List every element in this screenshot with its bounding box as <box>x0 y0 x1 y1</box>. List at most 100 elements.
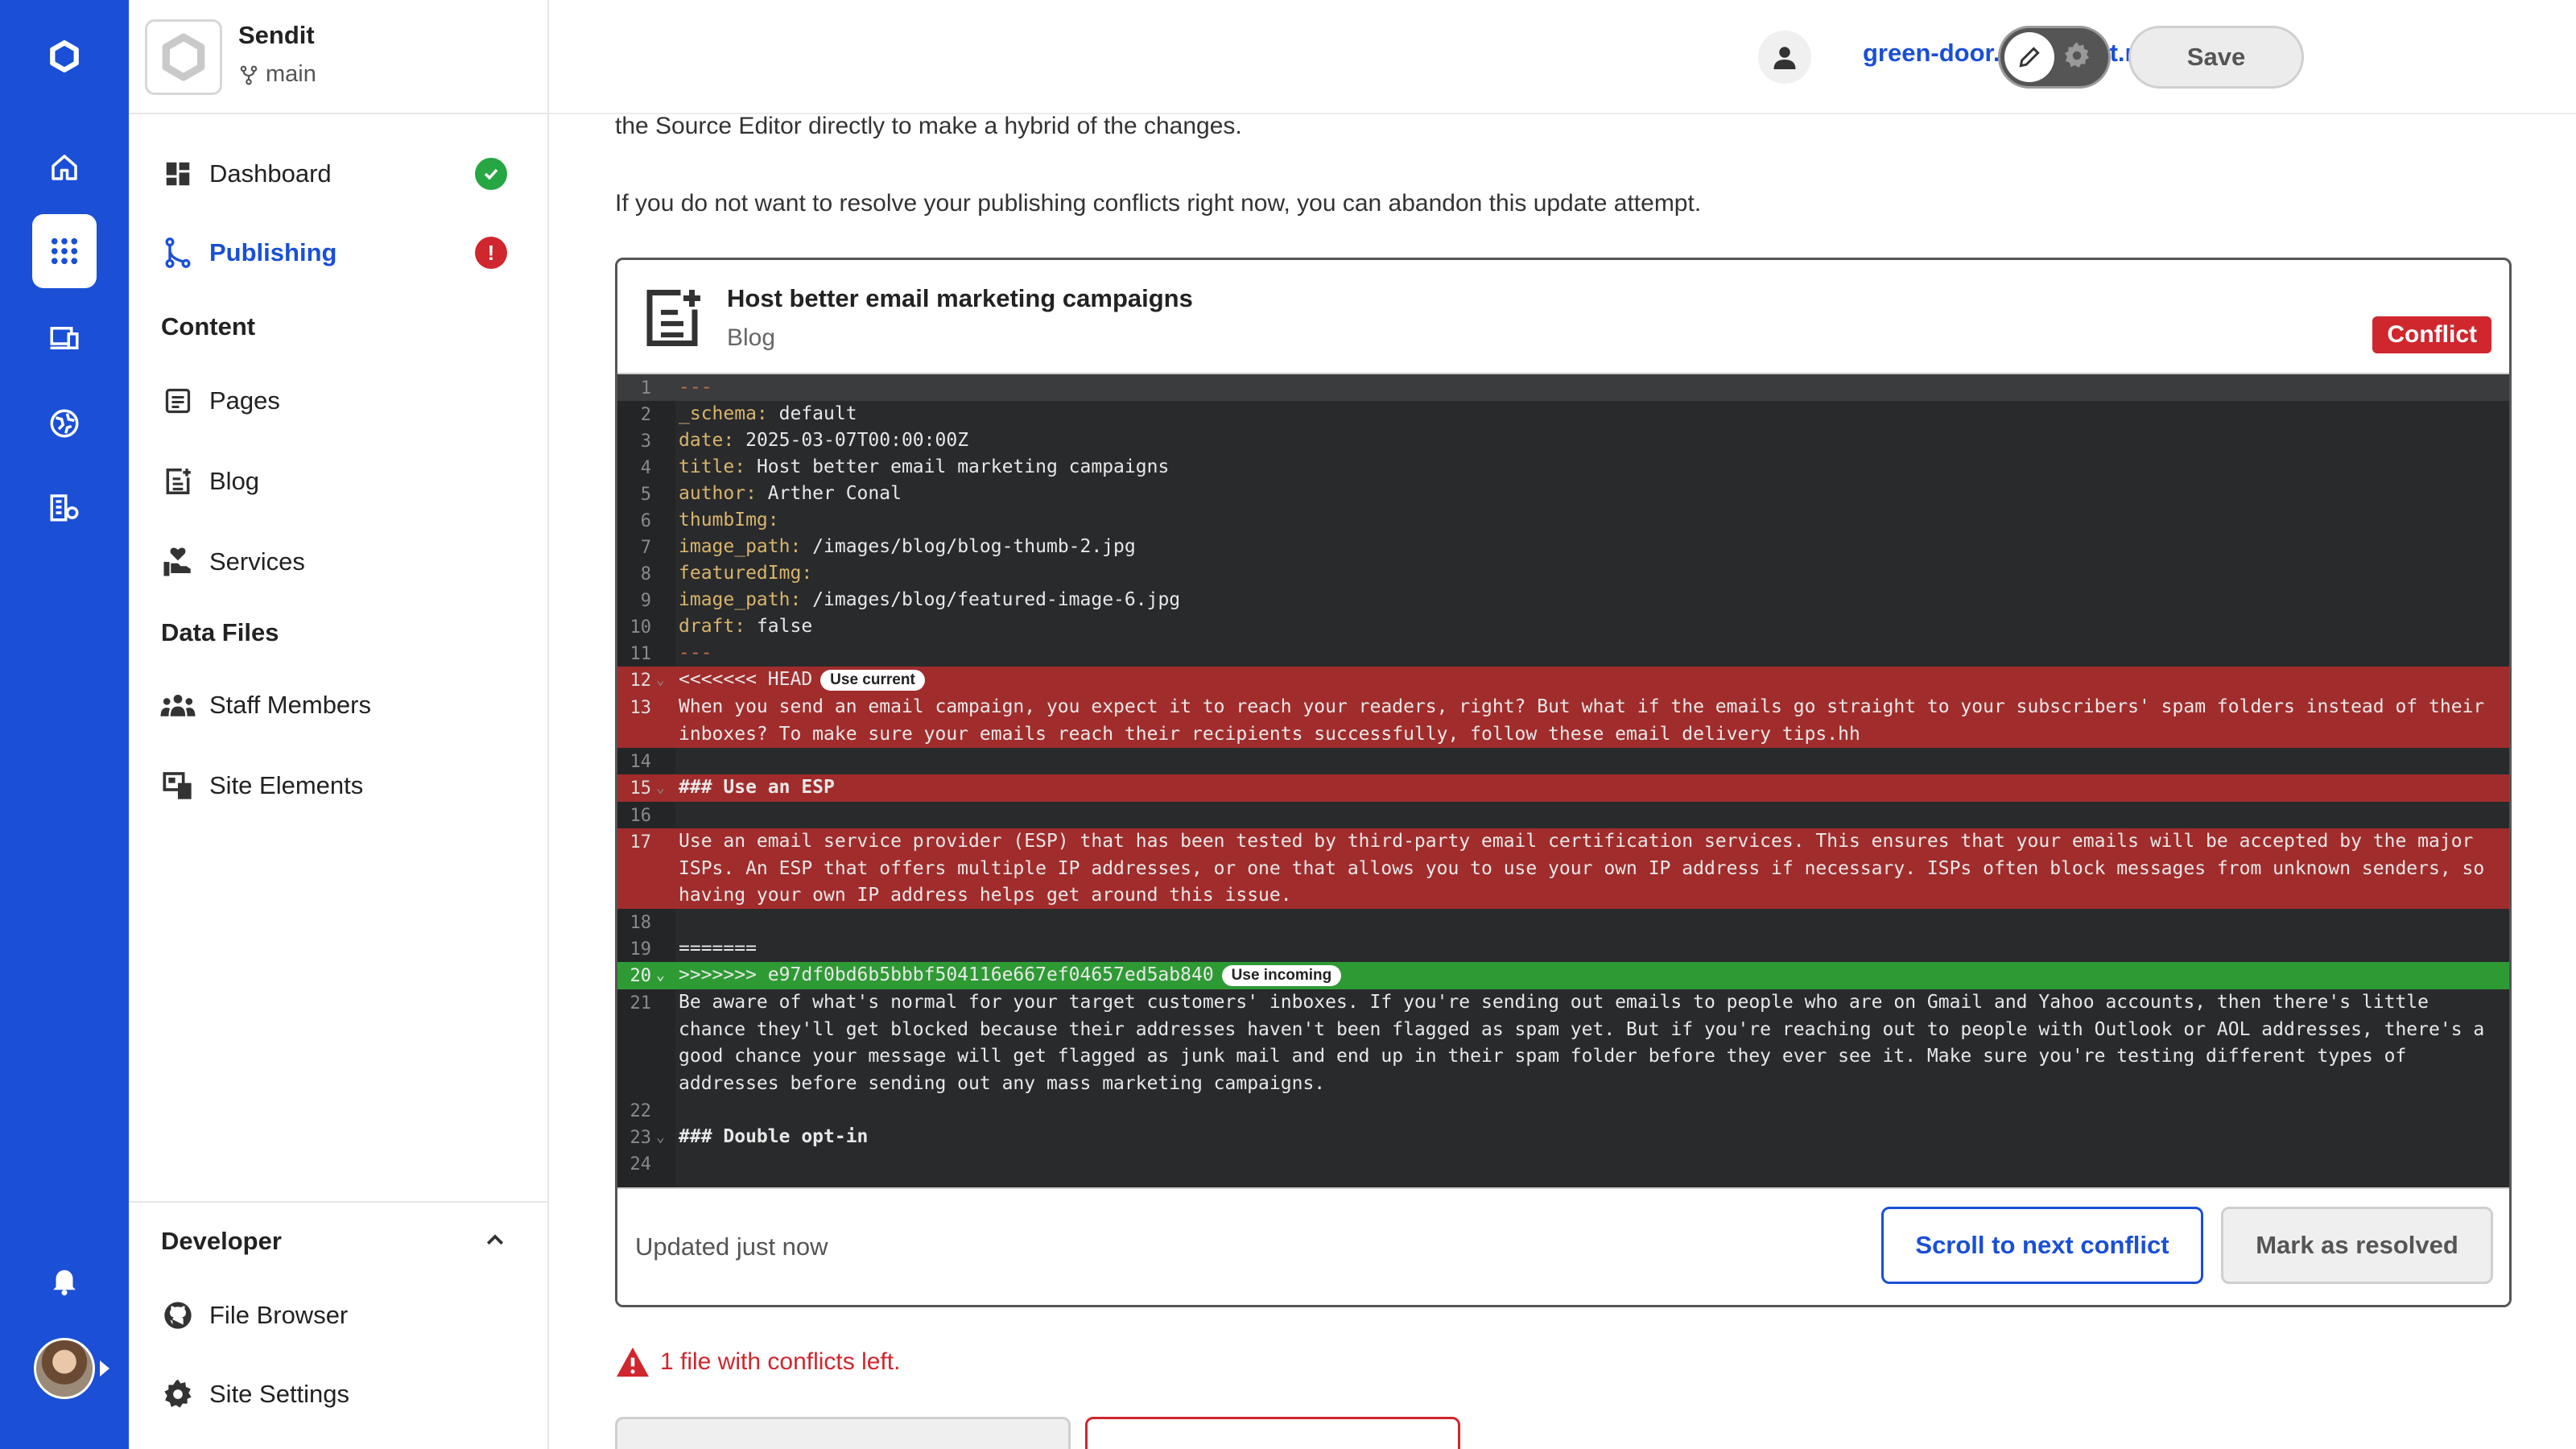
services-hand-heart-icon <box>159 543 196 580</box>
pages-icon <box>159 382 196 419</box>
edit-mode-toggle[interactable] <box>1998 26 2111 89</box>
mark-as-resolved-button[interactable]: Mark as resolved <box>2221 1207 2493 1284</box>
notifications-bell-icon[interactable] <box>32 1243 97 1317</box>
site-name: Sendit <box>238 21 315 49</box>
scroll-to-next-conflict-button[interactable]: Scroll to next conflict <box>1881 1207 2203 1284</box>
sidebar-item-blog[interactable]: Blog <box>129 444 549 518</box>
use-current-button[interactable]: Use current <box>820 670 925 691</box>
sidebar-item-publishing[interactable]: Publishing ! <box>129 216 549 290</box>
publishing-branch-icon <box>159 234 196 271</box>
code-line[interactable]: 23 ⌄ ### Double opt-in <box>617 1124 2509 1150</box>
code-line-current[interactable]: 15 ⌄ ### Use an ESP <box>617 774 2509 802</box>
code-line[interactable]: 6 thumbImg: <box>617 507 2509 534</box>
app-rail <box>0 0 129 1449</box>
sidebar-item-label: File Browser <box>209 1301 349 1329</box>
code-line[interactable]: 18 <box>617 909 2509 935</box>
sidebar-item-label: Publishing <box>209 238 337 266</box>
people-group-icon <box>159 687 196 724</box>
devices-icon[interactable] <box>32 301 97 375</box>
sidebar-item-dashboard[interactable]: Dashboard <box>129 137 549 211</box>
code-line[interactable]: 2 _schema: default <box>617 401 2509 427</box>
conflict-file-card: Host better email marketing campaigns Bl… <box>615 258 2512 1307</box>
code-line[interactable]: 7 image_path: /images/blog/blog-thumb-2.j… <box>617 534 2509 560</box>
sidebar-item-label: Dashboard <box>209 159 332 188</box>
success-check-icon <box>475 158 507 190</box>
site-switcher[interactable]: Sendit main <box>129 0 549 114</box>
gear-icon <box>2062 41 2091 74</box>
section-heading-developer[interactable]: Developer <box>161 1227 282 1256</box>
sidebar-item-label: Site Elements <box>209 771 364 799</box>
error-alert-icon: ! <box>475 237 507 269</box>
main-content: the Source Editor directly to make a hyb… <box>549 114 2576 1449</box>
conflict-marker-current[interactable]: 12 ⌄ <<<<<<< HEAD Use current <box>617 667 2509 694</box>
code-line[interactable]: 3 date: 2025-03-07T00:00:00Z <box>617 427 2509 454</box>
abandon-info-text: If you do not want to resolve your publi… <box>615 190 1702 217</box>
code-line[interactable]: 10 draft: false <box>617 613 2509 640</box>
sidebar-item-services[interactable]: Services <box>129 525 549 599</box>
sidebar-item-file-browser[interactable]: File Browser <box>129 1278 549 1352</box>
code-line[interactable]: 16 <box>617 802 2509 828</box>
conflict-badge: Conflict <box>2372 316 2491 353</box>
file-collection: Blog <box>727 324 776 351</box>
branch-icon <box>240 65 258 85</box>
apps-grid-icon[interactable] <box>32 214 97 288</box>
code-line[interactable]: 8 featuredImg: <box>617 560 2509 587</box>
sidebar-item-label: Site Settings <box>209 1380 350 1408</box>
code-line[interactable]: 14 <box>617 748 2509 774</box>
sidebar-item-label: Staff Members <box>209 691 372 719</box>
code-line-incoming[interactable]: 21 Be aware of what's normal for your tar… <box>617 989 2509 1097</box>
branch-name: main <box>266 61 316 87</box>
site-elements-icon <box>159 767 196 804</box>
globe-icon[interactable] <box>32 386 97 460</box>
code-line-current[interactable]: 17 Use an email service provider (ESP) th… <box>617 828 2509 909</box>
save-button[interactable]: Save <box>2128 26 2304 89</box>
top-header: green-door.cloudvent.net Save <box>549 0 2576 114</box>
card-header: Host better email marketing campaigns Bl… <box>617 260 2509 374</box>
code-line[interactable]: 24 <box>617 1150 2509 1177</box>
source-code-editor[interactable]: 1 --- 2 _schema: default 3 date: 2025-03-07… <box>617 374 2509 1187</box>
home-icon[interactable] <box>32 130 97 204</box>
card-footer: Updated just now Scroll to next conflict… <box>617 1187 2509 1305</box>
section-heading-data-files: Data Files <box>161 618 279 646</box>
site-branch: main <box>238 61 316 88</box>
sidebar-item-label: Blog <box>209 467 260 495</box>
github-icon <box>159 1297 196 1334</box>
conflict-marker-incoming[interactable]: 20 ⌄ >>>>>>> e97df0bd6b5bbbf504116e667ef04… <box>617 962 2509 989</box>
warning-text: 1 file with conflicts left. <box>660 1348 901 1375</box>
code-line[interactable]: 4 title: Host better email marketing camp… <box>617 454 2509 481</box>
use-incoming-button[interactable]: Use incoming <box>1221 965 1342 986</box>
blog-post-icon <box>638 284 706 356</box>
user-icon[interactable] <box>1758 31 1811 84</box>
sidebar-item-staff-members[interactable]: Staff Members <box>129 668 549 742</box>
conflict-separator[interactable]: 19 ======= <box>617 935 2509 962</box>
sidebar-item-pages[interactable]: Pages <box>129 364 549 438</box>
divider <box>129 1201 549 1203</box>
pencil-icon <box>2004 32 2054 82</box>
code-line[interactable]: 22 <box>617 1097 2509 1124</box>
sidebar-item-label: Pages <box>209 386 280 415</box>
update-from-branch-button[interactable] <box>615 1417 1071 1449</box>
sidebar-item-site-elements[interactable]: Site Elements <box>129 749 549 823</box>
site-logo-icon <box>145 19 222 95</box>
chevron-up-icon[interactable] <box>483 1228 507 1257</box>
sidebar-item-site-settings[interactable]: Site Settings <box>129 1357 549 1431</box>
user-avatar[interactable] <box>34 1338 95 1399</box>
code-line[interactable]: 1 --- <box>617 374 2509 401</box>
intro-text: the Source Editor directly to make a hyb… <box>615 114 1242 139</box>
code-line[interactable]: 9 image_path: /images/blog/featured-image… <box>617 587 2509 613</box>
dashboard-icon <box>159 155 196 192</box>
code-line[interactable]: 11 --- <box>617 640 2509 667</box>
blog-post-icon <box>159 463 196 500</box>
code-line[interactable]: 5 author: Arther Conal <box>617 481 2509 507</box>
avatar-menu-caret-icon[interactable] <box>100 1360 109 1377</box>
abandon-update-attempt-button[interactable] <box>1085 1417 1460 1449</box>
code-line-current[interactable]: 13 When you send an email campaign, you e… <box>617 694 2509 748</box>
sidebar: Sendit main Dashboard Publishing ! Conte… <box>129 0 549 1449</box>
gear-icon <box>159 1376 196 1413</box>
warning-triangle-icon <box>617 1347 649 1377</box>
section-heading-content: Content <box>161 312 256 341</box>
updated-status: Updated just now <box>635 1232 828 1261</box>
app-logo-icon[interactable] <box>32 19 97 93</box>
organization-settings-icon[interactable] <box>32 470 97 544</box>
file-title: Host better email marketing campaigns <box>727 284 1193 312</box>
